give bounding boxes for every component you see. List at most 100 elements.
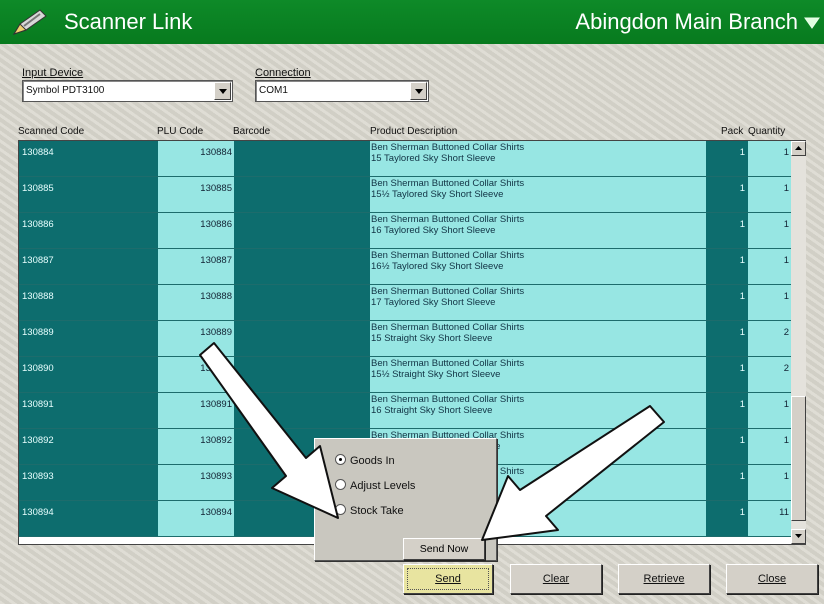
scanned-code-cell: 130891 <box>19 393 158 429</box>
radio-goods-in[interactable]: Goods In <box>335 454 395 467</box>
table-row[interactable]: 130887 130887 Ben Sherman Buttoned Collar … <box>19 249 807 285</box>
connection-value: COM1 <box>259 85 288 96</box>
title-bar: Scanner Link Abingdon Main Branch <box>0 0 824 44</box>
branch-name: Abingdon Main Branch <box>575 9 798 34</box>
scroll-down-icon <box>795 534 802 538</box>
radio-adjust-levels[interactable]: Adjust Levels <box>335 479 415 492</box>
clear-button[interactable]: Clear <box>510 564 602 594</box>
description-line-1: Ben Sherman Buttoned Collar Shirts <box>371 142 525 153</box>
product-description-cell: Ben Sherman Buttoned Collar Shirts 15 Str… <box>370 321 706 357</box>
column-header-plu-code: PLU Code <box>157 126 204 137</box>
product-description-cell: Ben Sherman Buttoned Collar Shirts 16 Str… <box>370 393 706 429</box>
pack-cell: 1 <box>706 285 748 321</box>
description-line-2: 15½ Taylored Sky Short Sleeve <box>371 189 504 200</box>
scanned-code-cell: 130889 <box>19 321 158 357</box>
quantity-cell: 1 <box>748 213 791 249</box>
description-line-1: Ben Sherman Buttoned Collar Shirts <box>371 250 525 261</box>
send-now-button[interactable]: Send Now <box>403 538 485 560</box>
scroll-down-button[interactable] <box>791 529 806 544</box>
product-description-cell: Ben Sherman Buttoned Collar Shirts 16 Tay… <box>370 213 706 249</box>
description-line-1: Ben Sherman Buttoned Collar Shirts <box>371 322 525 333</box>
quantity-cell: 1 <box>748 249 791 285</box>
barcode-cell <box>234 393 370 429</box>
table-row[interactable]: 130890 130890 Ben Sherman Buttoned Collar … <box>19 357 807 393</box>
product-description-cell: Ben Sherman Buttoned Collar Shirts 15½ Ta… <box>370 177 706 213</box>
plu-code-cell: 130889 <box>158 321 234 357</box>
scanned-code-cell: 130892 <box>19 429 158 465</box>
plu-code-cell: 130887 <box>158 249 234 285</box>
column-header-scanned-code: Scanned Code <box>18 126 85 137</box>
pack-cell: 1 <box>706 465 748 501</box>
quantity-cell: 2 <box>748 357 791 393</box>
scanned-code-cell: 130884 <box>19 141 158 177</box>
table-row[interactable]: 130888 130888 Ben Sherman Buttoned Collar … <box>19 285 807 321</box>
radio-selected-icon <box>335 454 346 465</box>
scanned-code-cell: 130886 <box>19 213 158 249</box>
table-row[interactable]: 130884 130884 Ben Sherman Buttoned Collar … <box>19 141 807 177</box>
close-button-label: Close <box>757 573 787 585</box>
description-line-1: Ben Sherman Buttoned Collar Shirts <box>371 286 525 297</box>
barcode-cell <box>234 141 370 177</box>
pack-cell: 1 <box>706 177 748 213</box>
scroll-up-button[interactable] <box>791 141 806 156</box>
vertical-scrollbar[interactable] <box>791 141 806 544</box>
barcode-cell <box>234 321 370 357</box>
scanned-code-cell: 130893 <box>19 465 158 501</box>
input-device-dropdown-button[interactable] <box>214 82 231 100</box>
plu-code-cell: 130888 <box>158 285 234 321</box>
send-button[interactable]: Send <box>403 564 493 594</box>
table-row[interactable]: 130889 130889 Ben Sherman Buttoned Collar … <box>19 321 807 357</box>
description-line-2: 16 Straight Sky Short Sleeve <box>371 405 493 416</box>
quantity-cell: 1 <box>748 141 791 177</box>
app-title: Scanner Link <box>64 9 193 34</box>
plu-code-cell: 130886 <box>158 213 234 249</box>
pack-cell: 1 <box>706 393 748 429</box>
input-device-label: Input Device <box>22 67 84 79</box>
description-line-2: 16½ Taylored Sky Short Sleeve <box>371 261 504 272</box>
pack-cell: 1 <box>706 357 748 393</box>
quantity-cell: 2 <box>748 321 791 357</box>
radio-adjust-levels-label: Adjust Levels <box>350 480 416 492</box>
quantity-cell: 1 <box>748 393 791 429</box>
pack-cell: 1 <box>706 141 748 177</box>
description-line-2: 17 Taylored Sky Short Sleeve <box>371 297 496 308</box>
radio-goods-in-label: Goods In <box>350 455 395 467</box>
quantity-cell: 1 <box>748 465 791 501</box>
table-row[interactable]: 130891 130891 Ben Sherman Buttoned Collar … <box>19 393 807 429</box>
connection-dropdown-button[interactable] <box>410 82 427 100</box>
pack-cell: 1 <box>706 501 748 537</box>
retrieve-button[interactable]: Retrieve <box>618 564 710 594</box>
chevron-down-icon <box>219 89 227 94</box>
input-device-select[interactable]: Symbol PDT3100 <box>22 80 233 102</box>
product-description-cell: Ben Sherman Buttoned Collar Shirts 17 Tay… <box>370 285 706 321</box>
barcode-cell <box>234 249 370 285</box>
plu-code-cell: 130884 <box>158 141 234 177</box>
plu-code-cell: 130893 <box>158 465 234 501</box>
send-now-label: Send Now <box>419 543 469 555</box>
table-row[interactable]: 130885 130885 Ben Sherman Buttoned Collar … <box>19 177 807 213</box>
pack-cell: 1 <box>706 321 748 357</box>
description-line-1: Ben Sherman Buttoned Collar Shirts <box>371 394 525 405</box>
barcode-cell <box>234 357 370 393</box>
close-button[interactable]: Close <box>726 564 818 594</box>
scanned-code-cell: 130890 <box>19 357 158 393</box>
description-line-2: 15½ Straight Sky Short Sleeve <box>371 369 501 380</box>
chevron-down-icon <box>415 89 423 94</box>
send-mode-popup: Goods In Adjust Levels Stock Take Send N… <box>314 438 497 561</box>
branch-dropdown-icon[interactable] <box>804 16 820 34</box>
connection-select[interactable]: COM1 <box>255 80 429 102</box>
plu-code-cell: 130890 <box>158 357 234 393</box>
connection-label: Connection <box>255 67 311 79</box>
scanned-code-cell: 130885 <box>19 177 158 213</box>
description-line-2: 16 Taylored Sky Short Sleeve <box>371 225 496 236</box>
quantity-cell: 11 <box>748 501 791 537</box>
description-line-1: Ben Sherman Buttoned Collar Shirts <box>371 178 525 189</box>
plu-code-cell: 130891 <box>158 393 234 429</box>
radio-stock-take[interactable]: Stock Take <box>335 504 404 517</box>
pen-icon <box>10 6 50 43</box>
description-line-1: Ben Sherman Buttoned Collar Shirts <box>371 214 525 225</box>
scrollbar-thumb[interactable] <box>791 396 806 521</box>
radio-stock-take-label: Stock Take <box>350 505 404 517</box>
table-row[interactable]: 130886 130886 Ben Sherman Buttoned Collar … <box>19 213 807 249</box>
clear-button-label: Clear <box>542 573 570 585</box>
